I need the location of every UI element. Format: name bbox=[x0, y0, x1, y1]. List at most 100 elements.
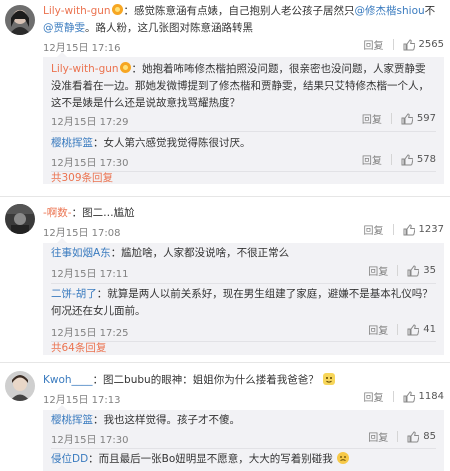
reply-button[interactable]: 回复 bbox=[368, 263, 388, 278]
reply-list: 樱桃挥篮：我也这样觉得。孩子才不傻。 12月15日 17:30 回复 85 侵位… bbox=[43, 405, 444, 471]
divider bbox=[51, 131, 436, 132]
timestamp: 12月15日 17:08 bbox=[43, 228, 121, 239]
like-count: 2565 bbox=[418, 39, 444, 50]
timestamp: 12月15日 17:30 bbox=[51, 435, 129, 446]
more-replies-link[interactable]: 共64条回复 bbox=[51, 343, 106, 354]
like-count: 578 bbox=[416, 154, 436, 165]
reply-button[interactable]: 回复 bbox=[364, 222, 384, 237]
avatar[interactable] bbox=[5, 204, 35, 234]
comment-meta: 12月15日 17:16 回复 2565 bbox=[43, 37, 444, 54]
divider bbox=[390, 154, 392, 165]
username[interactable]: Kwoh____ bbox=[43, 374, 93, 386]
divider bbox=[51, 341, 436, 342]
thumbs-up-icon bbox=[407, 264, 420, 276]
comment-text: -啊数-：图二…尴尬 bbox=[43, 207, 135, 219]
avatar[interactable] bbox=[5, 371, 35, 401]
username[interactable]: 二饼-胡了 bbox=[51, 288, 97, 300]
timestamp: 12月15日 17:11 bbox=[51, 269, 129, 280]
divider bbox=[51, 283, 436, 284]
comment-item: Kwoh____：图二bubu的眼神：姐姐你为什么搂着我爸爸？ 12月15日 1… bbox=[0, 364, 450, 471]
reply-meta: 12月15日 17:30 回复 578 bbox=[51, 152, 436, 169]
timestamp: 12月15日 17:30 bbox=[51, 158, 129, 169]
like-button[interactable]: 1237 bbox=[403, 223, 444, 236]
reply-button[interactable]: 回复 bbox=[368, 429, 388, 444]
comment-item: -啊数-：图二…尴尬 12月15日 17:08 回复 1237 往事如烟A东：尴… bbox=[0, 198, 450, 358]
reply-text: 二饼-胡了：就算是两人以前关系好，现在男生组建了家庭，避嫌不是基本礼仪吗？何况还… bbox=[51, 288, 433, 317]
divider bbox=[0, 196, 450, 197]
reply-text: Lily-with-gun ：她抱着咘咘修杰楷拍照没问题，很亲密也没问题，人家贾静… bbox=[51, 62, 429, 109]
divider bbox=[390, 113, 392, 124]
comment-item: Lily-with-gun ：感觉陈意涵有点婊，自己抱别人老公孩子居然只@修杰楷s… bbox=[0, 0, 450, 186]
face-emoji-icon bbox=[323, 373, 336, 385]
like-button[interactable]: 578 bbox=[401, 153, 436, 166]
reply-button[interactable]: 回复 bbox=[368, 322, 388, 337]
reply-item: 二饼-胡了：就算是两人以前关系好，现在男生组建了家庭，避嫌不是基本礼仪吗？何况还… bbox=[51, 286, 436, 320]
thumbs-up-icon bbox=[401, 112, 413, 124]
like-button[interactable]: 35 bbox=[407, 264, 436, 277]
username[interactable]: 樱桃挥篮 bbox=[51, 137, 93, 149]
divider bbox=[397, 265, 399, 276]
timestamp: 12月15日 17:29 bbox=[51, 117, 129, 128]
comment-text: Kwoh____：图二bubu的眼神：姐姐你为什么搂着我爸爸？ bbox=[43, 372, 444, 389]
like-count: 85 bbox=[423, 431, 436, 442]
like-count: 35 bbox=[423, 265, 436, 276]
reply-button[interactable]: 回复 bbox=[362, 152, 382, 167]
reply-button[interactable]: 回复 bbox=[364, 37, 384, 52]
reply-item: Lily-with-gun ：她抱着咘咘修杰楷拍照没问题，很亲密也没问题，人家贾静… bbox=[51, 61, 436, 112]
reply-text: 往事如烟A东：尴尬啥，人家都没说啥，不很正常么 bbox=[51, 247, 290, 259]
thumbs-up-icon bbox=[403, 390, 415, 402]
divider bbox=[397, 324, 399, 335]
more-replies-link[interactable]: 共309条回复 bbox=[51, 173, 113, 184]
username[interactable]: 往事如烟A东 bbox=[51, 247, 111, 259]
thumbs-up-icon bbox=[407, 323, 420, 335]
like-count: 1184 bbox=[418, 391, 444, 402]
divider bbox=[392, 391, 394, 402]
divider bbox=[51, 448, 436, 449]
reply-text: 侵位DD：而且最后一张Bo妞明显不愿意，大大的写着别碰我 bbox=[51, 451, 436, 468]
username[interactable]: -啊数- bbox=[43, 207, 72, 219]
reply-list: 往事如烟A东：尴尬啥，人家都没说啥，不很正常么 12月15日 17:11 回复 … bbox=[43, 238, 444, 355]
reply-meta: 12月15日 17:29 回复 597 bbox=[51, 111, 436, 128]
like-button[interactable]: 85 bbox=[407, 430, 436, 443]
reply-item: 樱桃挥篮：女人第六感觉我觉得陈很讨厌。 bbox=[51, 135, 436, 152]
reply-list: Lily-with-gun ：她抱着咘咘修杰楷拍照没问题，很亲密也没问题，人家贾静… bbox=[43, 52, 444, 184]
username[interactable]: 侵位DD bbox=[51, 453, 88, 465]
like-count: 1237 bbox=[418, 224, 444, 235]
reply-button[interactable]: 回复 bbox=[362, 111, 382, 126]
reply-meta: 12月15日 17:11 回复 35 bbox=[51, 263, 436, 280]
divider bbox=[392, 39, 394, 50]
reply-meta: 12月15日 17:30 回复 85 bbox=[51, 429, 436, 446]
reply-button[interactable]: 回复 bbox=[364, 389, 384, 404]
reply-item: 往事如烟A东：尴尬啥，人家都没说啥，不很正常么 bbox=[51, 245, 436, 262]
timestamp: 12月15日 17:25 bbox=[51, 328, 129, 339]
comment-meta: 12月15日 17:13 回复 1184 bbox=[43, 389, 444, 406]
member-badge-icon bbox=[111, 4, 123, 15]
timestamp: 12月15日 17:16 bbox=[43, 43, 121, 54]
member-badge-icon bbox=[119, 62, 131, 73]
comment-text: Lily-with-gun ：感觉陈意涵有点婊，自己抱别人老公孩子居然只@修杰楷s… bbox=[43, 4, 436, 34]
mention-link[interactable]: @修杰楷shiou bbox=[355, 5, 425, 17]
divider bbox=[0, 362, 450, 363]
thumbs-up-icon bbox=[407, 430, 420, 442]
avatar[interactable] bbox=[5, 5, 35, 35]
like-button[interactable]: 41 bbox=[407, 323, 436, 336]
divider bbox=[397, 431, 399, 442]
face-emoji-icon bbox=[337, 452, 350, 464]
username[interactable]: Lily-with-gun bbox=[43, 5, 111, 17]
like-button[interactable]: 597 bbox=[401, 112, 436, 125]
thumbs-up-icon bbox=[403, 38, 415, 50]
reply-item: 樱桃挥篮：我也这样觉得。孩子才不傻。 bbox=[51, 412, 436, 429]
like-button[interactable]: 2565 bbox=[403, 38, 444, 51]
divider bbox=[392, 224, 394, 235]
reply-meta: 12月15日 17:25 回复 41 bbox=[51, 322, 436, 339]
reply-item: 侵位DD：而且最后一张Bo妞明显不愿意，大大的写着别碰我 bbox=[51, 451, 436, 468]
like-count: 41 bbox=[423, 324, 436, 335]
username[interactable]: 樱桃挥篮 bbox=[51, 414, 93, 426]
thumbs-up-icon bbox=[401, 153, 413, 165]
mention-link[interactable]: @贾静雯 bbox=[43, 22, 85, 34]
like-button[interactable]: 1184 bbox=[403, 390, 444, 403]
username[interactable]: Lily-with-gun bbox=[51, 63, 119, 75]
reply-text: 樱桃挥篮：女人第六感觉我觉得陈很讨厌。 bbox=[51, 137, 251, 149]
like-count: 597 bbox=[416, 113, 436, 124]
timestamp: 12月15日 17:13 bbox=[43, 395, 121, 406]
